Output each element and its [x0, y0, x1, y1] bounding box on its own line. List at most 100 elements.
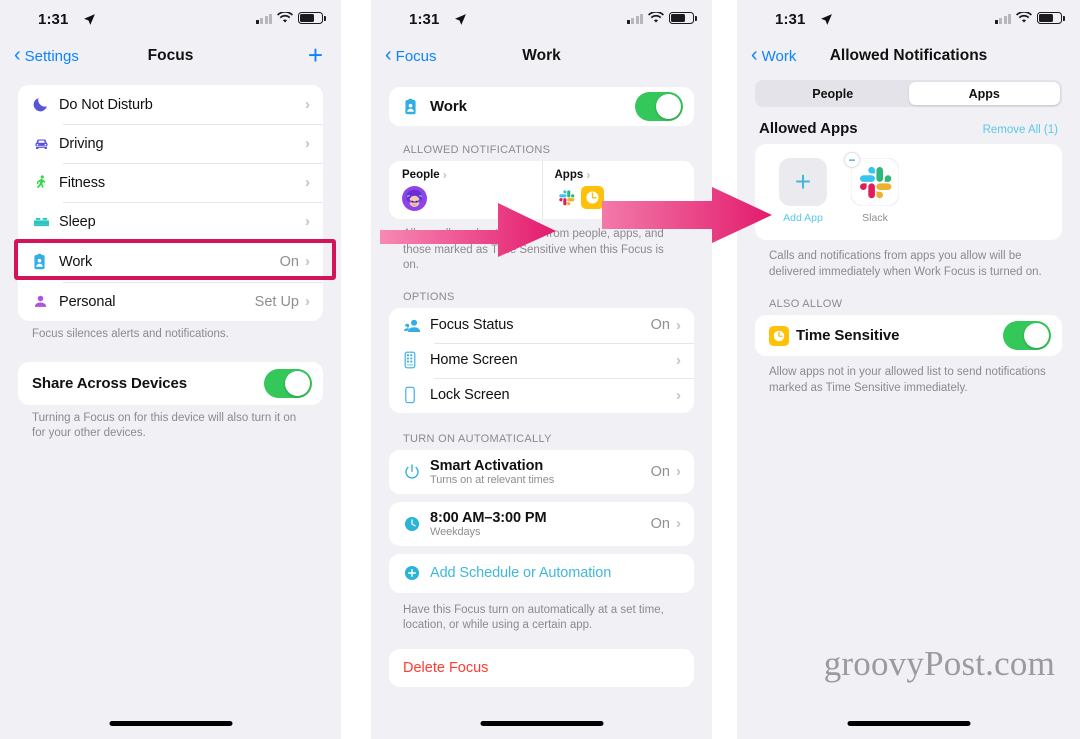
slack-icon [554, 186, 578, 214]
remove-all-button[interactable]: Remove All (1) [983, 124, 1058, 136]
focus-row-label: Sleep [59, 213, 96, 230]
bed-icon [32, 212, 59, 231]
share-across-devices-toggle[interactable] [264, 368, 312, 398]
option-row-lock-screen[interactable]: Lock Screen › [389, 377, 694, 413]
segmented-control[interactable]: People Apps [755, 80, 1062, 107]
watermark: groovyPost.com [823, 644, 1055, 683]
focus-row-driving[interactable]: Driving › [18, 124, 323, 163]
add-schedule-row[interactable]: Add Schedule or Automation [389, 554, 694, 593]
battery-icon [298, 12, 326, 24]
status-bar-time: 1:31 [409, 11, 440, 28]
minus-remove-icon[interactable]: − [844, 152, 860, 168]
chevron-right-icon: › [442, 168, 447, 182]
schedule-row[interactable]: 8:00 AM–3:00 PM Weekdays On › [389, 502, 694, 546]
focus-row-value: On [279, 253, 299, 270]
smart-activation-row[interactable]: Smart Activation Turns on at relevant ti… [389, 450, 694, 494]
focus-row-personal[interactable]: Personal Set Up › [18, 282, 323, 321]
option-value: On [650, 317, 670, 334]
schedule-card: 8:00 AM–3:00 PM Weekdays On › [389, 501, 694, 546]
share-footnote: Turning a Focus on for this device will … [32, 411, 297, 440]
power-icon [403, 463, 430, 481]
work-focus-row[interactable]: Work [389, 87, 694, 126]
app-cell-slack[interactable]: − Slack [844, 152, 901, 240]
focus-row-fitness[interactable]: Fitness › [18, 163, 323, 202]
slack-caption: Slack [862, 212, 888, 224]
back-button-focus[interactable]: ‹ Focus [385, 44, 437, 66]
chevron-right-icon: › [676, 386, 681, 404]
turn-on-automatically-header: TURN ON AUTOMATICALLY [403, 432, 552, 445]
clock-yellow-icon [580, 186, 604, 214]
navigation-bar: ‹ Focus Work [371, 38, 712, 74]
focus-row-label: Driving [59, 135, 104, 152]
add-focus-button[interactable]: + [308, 42, 323, 68]
option-row-home-screen[interactable]: Home Screen › [389, 342, 694, 378]
focus-row-sleep[interactable]: Sleep › [18, 202, 323, 241]
smart-activation-sublabel: Turns on at relevant times [430, 473, 555, 486]
focus-row-do-not-disturb[interactable]: Do Not Disturb › [18, 85, 323, 124]
people-tile[interactable]: People › [389, 161, 542, 219]
lock-screen-icon [403, 386, 430, 404]
allowed-notifications-footnote: Allow calls and notifications from peopl… [403, 228, 664, 272]
car-icon [32, 134, 59, 153]
schedule-text: 8:00 AM–3:00 PM Weekdays [430, 510, 651, 538]
plus-add-app-icon[interactable]: + [779, 158, 827, 206]
back-button-work[interactable]: ‹ Work [751, 45, 797, 65]
chevron-right-icon: › [305, 253, 310, 270]
location-arrow-icon [820, 13, 833, 31]
smart-activation-card: Smart Activation Turns on at relevant ti… [389, 449, 694, 494]
chevron-right-icon: › [676, 316, 681, 334]
focus-row-label: Fitness [59, 174, 106, 191]
apps-tile[interactable]: Apps › [541, 161, 695, 219]
smart-activation-text: Smart Activation Turns on at relevant ti… [430, 458, 651, 486]
people-tile-label: People [402, 169, 440, 181]
home-indicator [847, 721, 970, 726]
share-across-devices-row[interactable]: Share Across Devices [18, 362, 323, 405]
allowed-apps-title: Allowed Apps [759, 120, 858, 137]
allowed-apps-grid: + Add App − Slack [755, 144, 1062, 240]
cellular-signal-icon [994, 13, 1011, 24]
chevron-right-icon: › [305, 96, 310, 113]
focus-row-label: Work [59, 253, 93, 270]
home-indicator [109, 721, 232, 726]
time-sensitive-row[interactable]: Time Sensitive [755, 315, 1062, 356]
chevron-right-icon: › [676, 515, 681, 533]
add-schedule-card: Add Schedule or Automation [389, 553, 694, 593]
chevron-right-icon: › [586, 168, 591, 182]
option-label: Lock Screen [430, 387, 510, 404]
screenshot-stage: 1:31 ‹ Settings Focus + Do Not Disturb ›… [0, 0, 1080, 739]
back-label: Focus [395, 47, 437, 65]
also-allow-footnote: Allow apps not in your allowed list to s… [769, 366, 1046, 394]
home-screen-icon [403, 351, 430, 369]
badge-id-icon [32, 253, 59, 271]
delete-focus-label: Delete Focus [403, 659, 489, 676]
share-across-devices-label: Share Across Devices [32, 374, 188, 392]
chevron-left-icon: ‹ [385, 44, 392, 66]
clock-icon [403, 515, 430, 533]
turn-on-automatically-footnote: Have this Focus turn on automatically at… [403, 603, 664, 632]
focus-row-work[interactable]: Work On › [18, 241, 323, 282]
tab-apps[interactable]: Apps [908, 82, 1060, 105]
delete-focus-card[interactable]: Delete Focus [389, 648, 694, 687]
cellular-signal-icon [255, 13, 272, 24]
back-label: Work [761, 47, 797, 65]
people-avatars [402, 186, 542, 216]
home-indicator [480, 721, 603, 726]
work-focus-label: Work [430, 98, 467, 115]
apps-icons [554, 186, 695, 214]
battery-icon [669, 12, 697, 24]
tab-people[interactable]: People [757, 82, 909, 105]
option-row-focus-status[interactable]: Focus Status On › [389, 308, 694, 343]
back-button-settings[interactable]: ‹ Settings [14, 45, 79, 65]
work-focus-toggle[interactable] [635, 92, 683, 121]
chevron-right-icon: › [305, 135, 310, 152]
moon-icon [32, 96, 59, 113]
slack-icon [850, 157, 900, 207]
allowed-notifications-header: ALLOWED NOTIFICATIONS [403, 144, 551, 156]
person-icon [32, 293, 59, 310]
cellular-signal-icon [626, 13, 643, 24]
avatar-memoji-icon [402, 186, 427, 216]
time-sensitive-toggle[interactable] [1003, 321, 1051, 351]
add-app-cell[interactable]: + Add App [777, 158, 829, 240]
also-allow-header: ALSO ALLOW [769, 298, 843, 311]
allowed-notifications-card: People › Apps › [389, 161, 694, 219]
